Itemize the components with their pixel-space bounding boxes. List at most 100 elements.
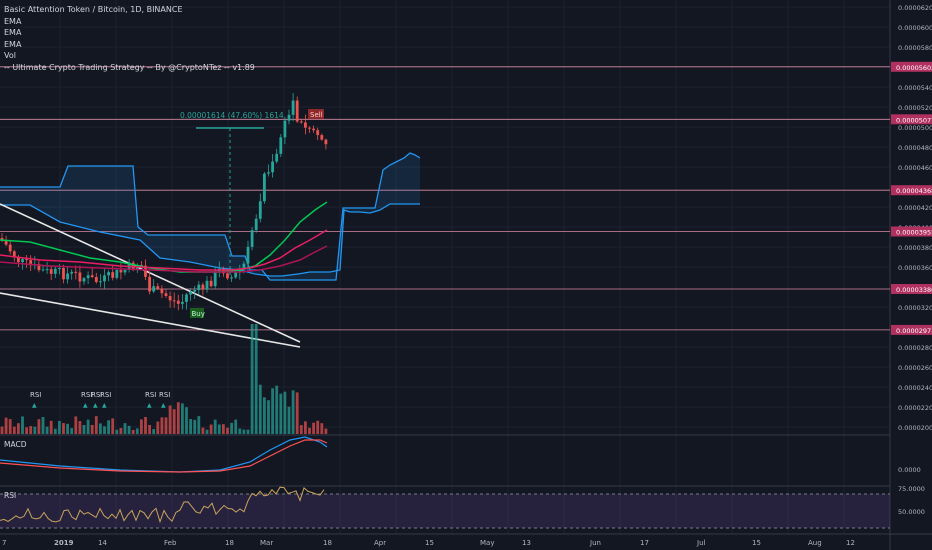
volume-bar <box>217 424 221 434</box>
volume-bar <box>283 391 287 434</box>
price-tick-label-10: 0.00003800 <box>898 244 932 252</box>
volume-bar <box>316 420 320 434</box>
price-tick-label-17: 0.00002000 <box>898 424 932 432</box>
volume-bar <box>312 422 315 434</box>
volume-bar <box>222 424 225 434</box>
candle-body <box>45 269 49 271</box>
volume-bar <box>209 424 213 434</box>
volume-bar <box>201 427 205 434</box>
candle-body <box>185 294 188 302</box>
volume-bar <box>156 421 160 434</box>
rsi-signal-arrow: ▲ <box>102 402 107 409</box>
volume-bar <box>234 419 238 434</box>
volume-bar <box>74 416 78 434</box>
volume-bar <box>164 417 168 434</box>
rsi-signal-label: RSI <box>30 391 41 399</box>
volume-bar <box>258 384 262 434</box>
price-tick-label-5: 0.00005000 <box>898 124 932 132</box>
candle-body <box>119 269 123 273</box>
candle-body <box>70 271 74 274</box>
candle-body <box>148 276 151 292</box>
candle-body <box>324 139 328 145</box>
volume-bar <box>189 419 192 434</box>
volume-bar <box>135 428 139 434</box>
level-tag-label-4: 0.00003380 <box>896 286 932 294</box>
volume-bar <box>193 419 197 434</box>
time-tick-label-15: Aug <box>808 539 822 547</box>
volume-bar <box>238 428 242 434</box>
volume-bar <box>213 419 217 434</box>
volume-bar <box>271 388 274 434</box>
candle-body <box>312 128 315 131</box>
candle-body <box>8 244 12 252</box>
volume-bar <box>78 421 82 434</box>
volume-bar <box>107 420 110 434</box>
price-tick-label-8: 0.00004200 <box>898 204 932 212</box>
candle-body <box>103 275 106 282</box>
volume-bar <box>25 427 28 434</box>
candle-body <box>226 273 229 279</box>
candle-body <box>25 259 28 261</box>
candle-body <box>283 120 287 138</box>
volume-bar <box>185 407 188 434</box>
price-tick-label-2: 0.00005800 <box>898 44 932 52</box>
time-tick-label-13: Jul <box>696 539 706 547</box>
candle-body <box>176 300 180 304</box>
price-tick-label-3: 0.00005400 <box>898 84 932 92</box>
candle-body <box>107 272 110 276</box>
volume-bar <box>320 423 324 434</box>
volume-bar <box>21 416 24 434</box>
volume-bar <box>205 429 209 434</box>
rsi-signal-arrow: ▲ <box>147 402 152 409</box>
candle-body <box>287 114 291 121</box>
macd-pane-label: MACD <box>4 440 27 449</box>
volume-bar <box>17 423 20 434</box>
price-chart[interactable]: 0.00001614 (47.60%) 1614BuySellRSI▲RSI▲R… <box>0 0 932 550</box>
candle-body <box>168 296 172 301</box>
time-tick-label-7: Apr <box>374 539 386 547</box>
candle-body <box>74 271 78 273</box>
rsi-signal-label: RSI <box>100 391 111 399</box>
volume-bar <box>58 420 61 434</box>
candle-body <box>131 262 135 270</box>
price-tick-label-15: 0.00002400 <box>898 384 932 392</box>
candle-body <box>250 230 254 247</box>
time-tick-label-4: 18 <box>225 539 234 547</box>
level-tag-label-2: 0.00004368 <box>896 187 932 195</box>
candle-body <box>213 272 217 287</box>
volume-bar <box>8 419 12 434</box>
volume-bar <box>250 324 254 434</box>
volume-bar <box>82 424 86 434</box>
volume-bar <box>90 424 94 434</box>
candle-body <box>111 272 115 278</box>
sell-marker-label: Sell <box>310 111 323 119</box>
volume-bar <box>263 397 266 434</box>
candle-body <box>152 286 156 292</box>
price-tick-label-1: 0.00006000 <box>898 24 932 32</box>
volume-bar <box>172 409 176 434</box>
volume-bar <box>168 405 172 434</box>
rsi-signal-arrow: ▲ <box>32 402 37 409</box>
volume-bar <box>41 417 45 434</box>
time-tick-label-14: 15 <box>752 539 761 547</box>
volume-bar <box>176 402 180 434</box>
rsi-pane-label: RSI <box>4 491 16 500</box>
candle-body <box>90 275 94 278</box>
candle-body <box>86 275 90 279</box>
volume-bar <box>295 392 299 434</box>
rsi-signal-arrow: ▲ <box>93 402 98 409</box>
volume-bar <box>299 425 303 434</box>
candle-body <box>230 277 233 279</box>
volume-bar <box>230 422 233 434</box>
time-tick-label-3: Feb <box>164 539 177 547</box>
price-tick-label-13: 0.00002800 <box>898 344 932 352</box>
buy-marker-label: Buy <box>192 310 205 318</box>
volume-bar <box>287 406 291 434</box>
volume-bar <box>119 427 123 434</box>
candle-body <box>271 161 274 173</box>
volume-bar <box>62 423 65 434</box>
symbol-title: Basic Attention Token / Bitcoin, 1D, BIN… <box>4 5 183 14</box>
candle-body <box>275 153 279 162</box>
volume-bar <box>275 385 279 434</box>
candle-body <box>66 273 69 280</box>
